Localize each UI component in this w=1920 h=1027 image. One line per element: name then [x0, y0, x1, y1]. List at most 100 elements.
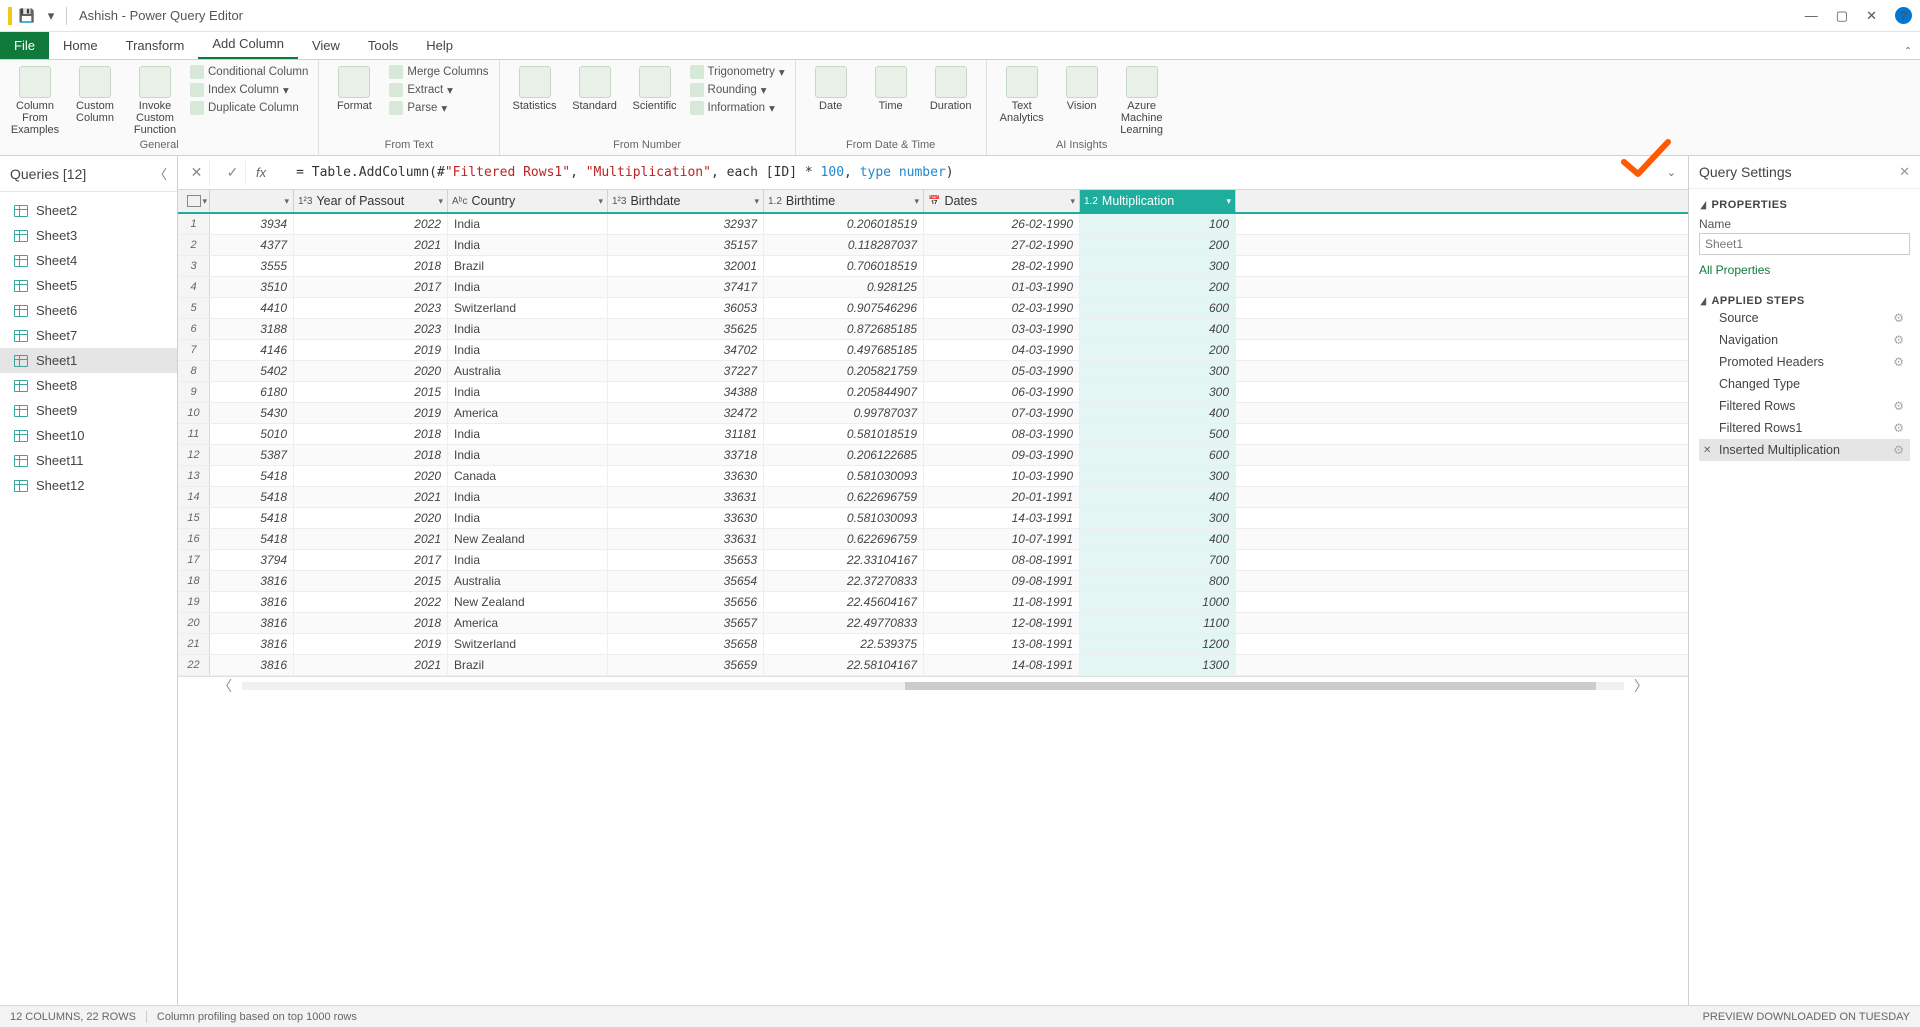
- column-header-country[interactable]: AᵇcCountry▾: [448, 190, 608, 212]
- cell[interactable]: 04-03-1990: [924, 340, 1080, 360]
- cell[interactable]: 35659: [608, 655, 764, 675]
- cell[interactable]: India: [448, 382, 608, 402]
- cancel-formula-button[interactable]: ✕: [184, 161, 210, 185]
- cell[interactable]: 2021: [294, 235, 448, 255]
- collapse-icon[interactable]: ◢: [1700, 198, 1706, 211]
- cell[interactable]: Switzerland: [448, 298, 608, 318]
- close-button[interactable]: ✕: [1866, 8, 1877, 24]
- query-item-sheet10[interactable]: Sheet10: [0, 423, 177, 448]
- cell[interactable]: 08-08-1991: [924, 550, 1080, 570]
- duplicate-column-button[interactable]: Duplicate Column: [188, 100, 310, 116]
- step-changed-type[interactable]: Changed Type: [1699, 373, 1910, 395]
- cell[interactable]: 34388: [608, 382, 764, 402]
- table-row[interactable]: 854022020Australia372270.20582175905-03-…: [178, 361, 1688, 382]
- cell[interactable]: America: [448, 613, 608, 633]
- cell[interactable]: 2019: [294, 634, 448, 654]
- help-button[interactable]: ?: [1895, 7, 1912, 24]
- tab-view[interactable]: View: [298, 32, 354, 59]
- cell[interactable]: America: [448, 403, 608, 423]
- cell[interactable]: 35656: [608, 592, 764, 612]
- cell[interactable]: 3816: [210, 613, 294, 633]
- cell[interactable]: New Zealand: [448, 529, 608, 549]
- horizontal-scrollbar[interactable]: 〈 〉: [178, 676, 1688, 694]
- cell[interactable]: India: [448, 424, 608, 444]
- azure-ml-button[interactable]: Azure Machine Learning: [1115, 64, 1169, 136]
- query-item-sheet7[interactable]: Sheet7: [0, 323, 177, 348]
- cell[interactable]: 2018: [294, 256, 448, 276]
- text-analytics-button[interactable]: Text Analytics: [995, 64, 1049, 124]
- query-item-sheet9[interactable]: Sheet9: [0, 398, 177, 423]
- column-from-examples-button[interactable]: Column From Examples: [8, 64, 62, 136]
- tab-transform[interactable]: Transform: [112, 32, 199, 59]
- cell[interactable]: 33630: [608, 508, 764, 528]
- table-row[interactable]: 1554182020India336300.58103009314-03-199…: [178, 508, 1688, 529]
- cell[interactable]: 3816: [210, 655, 294, 675]
- table-row[interactable]: 1253872018India337180.20612268509-03-199…: [178, 445, 1688, 466]
- minimize-button[interactable]: —: [1805, 8, 1818, 23]
- tab-add-column[interactable]: Add Column: [198, 30, 298, 59]
- cell[interactable]: 12-08-1991: [924, 613, 1080, 633]
- cell[interactable]: 2023: [294, 319, 448, 339]
- table-row[interactable]: 335552018Brazil320010.70601851928-02-199…: [178, 256, 1688, 277]
- cell[interactable]: 2017: [294, 550, 448, 570]
- query-name-input[interactable]: [1699, 233, 1910, 255]
- tab-home[interactable]: Home: [49, 32, 112, 59]
- cell[interactable]: 2020: [294, 466, 448, 486]
- cell[interactable]: 11-08-1991: [924, 592, 1080, 612]
- step-filtered-rows1[interactable]: Filtered Rows1⚙: [1699, 417, 1910, 439]
- cell[interactable]: 3188: [210, 319, 294, 339]
- step-source[interactable]: Source⚙: [1699, 307, 1910, 329]
- cell[interactable]: 37227: [608, 361, 764, 381]
- cell[interactable]: 2015: [294, 382, 448, 402]
- cell[interactable]: 2021: [294, 487, 448, 507]
- cell[interactable]: 28-02-1990: [924, 256, 1080, 276]
- cell[interactable]: 22.33104167: [764, 550, 924, 570]
- cell[interactable]: 32001: [608, 256, 764, 276]
- table-row[interactable]: 1838162015Australia3565422.3727083309-08…: [178, 571, 1688, 592]
- column-header-birthdate[interactable]: 1²3Birthdate▾: [608, 190, 764, 212]
- parse-button[interactable]: Parse ▾: [387, 100, 490, 116]
- duration-button[interactable]: Duration: [924, 64, 978, 112]
- statistics-button[interactable]: Statistics: [508, 64, 562, 112]
- cell[interactable]: 22.37270833: [764, 571, 924, 591]
- cell[interactable]: 32472: [608, 403, 764, 423]
- all-properties-link[interactable]: All Properties: [1699, 263, 1770, 277]
- table-row[interactable]: 544102023Switzerland360530.90754629602-0…: [178, 298, 1688, 319]
- cell[interactable]: 0.206122685: [764, 445, 924, 465]
- cell[interactable]: 5010: [210, 424, 294, 444]
- table-row[interactable]: 631882023India356250.87268518503-03-1990…: [178, 319, 1688, 340]
- table-row[interactable]: 1737942017India3565322.3310416708-08-199…: [178, 550, 1688, 571]
- cell[interactable]: 5430: [210, 403, 294, 423]
- cell[interactable]: 2021: [294, 529, 448, 549]
- cell[interactable]: 22.539375: [764, 634, 924, 654]
- date-button[interactable]: Date: [804, 64, 858, 112]
- cell[interactable]: 600: [1080, 445, 1236, 465]
- fx-icon[interactable]: fx: [256, 165, 266, 180]
- cell[interactable]: 37417: [608, 277, 764, 297]
- query-item-sheet3[interactable]: Sheet3: [0, 223, 177, 248]
- step-navigation[interactable]: Navigation⚙: [1699, 329, 1910, 351]
- cell[interactable]: 200: [1080, 235, 1236, 255]
- column-header-multiplication[interactable]: 1.2Multiplication▾: [1080, 190, 1236, 212]
- table-row[interactable]: 1354182020Canada336300.58103009310-03-19…: [178, 466, 1688, 487]
- cell[interactable]: 2017: [294, 277, 448, 297]
- cell[interactable]: New Zealand: [448, 592, 608, 612]
- query-item-sheet4[interactable]: Sheet4: [0, 248, 177, 273]
- cell[interactable]: 22.58104167: [764, 655, 924, 675]
- query-item-sheet11[interactable]: Sheet11: [0, 448, 177, 473]
- cell[interactable]: 3510: [210, 277, 294, 297]
- cell[interactable]: 05-03-1990: [924, 361, 1080, 381]
- cell[interactable]: 0.118287037: [764, 235, 924, 255]
- cell[interactable]: 0.872685185: [764, 319, 924, 339]
- qat-dropdown-icon[interactable]: ▾: [42, 7, 60, 25]
- cell[interactable]: 0.581030093: [764, 466, 924, 486]
- cell[interactable]: 09-03-1990: [924, 445, 1080, 465]
- cell[interactable]: 300: [1080, 256, 1236, 276]
- column-header-blank[interactable]: ▾: [210, 190, 294, 212]
- cell[interactable]: 2022: [294, 214, 448, 234]
- scroll-right-icon[interactable]: 〉: [1634, 676, 1648, 696]
- column-header-dates[interactable]: 📅Dates▾: [924, 190, 1080, 212]
- table-row[interactable]: 961802015India343880.20584490706-03-1990…: [178, 382, 1688, 403]
- cell[interactable]: India: [448, 319, 608, 339]
- cell[interactable]: 5418: [210, 529, 294, 549]
